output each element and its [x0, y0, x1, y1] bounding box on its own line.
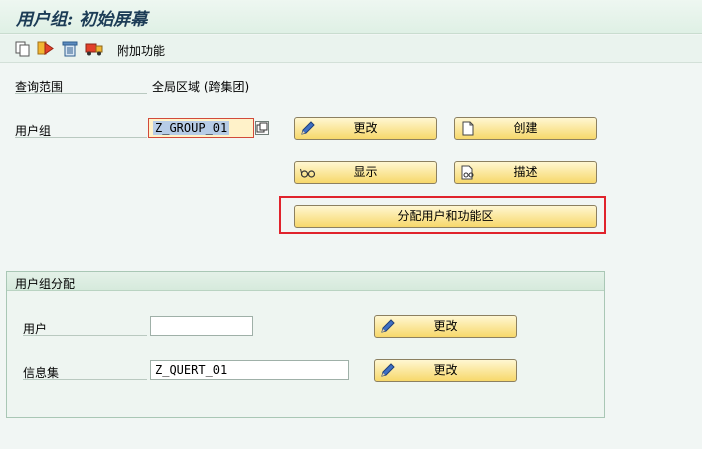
infoset-input[interactable]: Z_QUERT_01: [150, 360, 349, 380]
display-button[interactable]: 显示: [294, 161, 437, 184]
user-change-button-label: 更改: [433, 319, 458, 333]
page-title: 用户组: 初始屏幕: [16, 10, 148, 30]
user-input[interactable]: [150, 316, 253, 336]
describe-button-label: 描述: [513, 165, 538, 179]
infoset-label-underline: [23, 379, 147, 380]
create-button-label: 创建: [513, 121, 538, 135]
scope-label-underline: [15, 93, 147, 94]
value-help-icon[interactable]: [255, 121, 269, 135]
extra-functions-menu[interactable]: 附加功能: [117, 42, 165, 59]
user-group-label-underline: [15, 137, 147, 138]
new-document-icon: [460, 121, 476, 136]
change-button-label: 更改: [353, 121, 378, 135]
assign-users-and-functional-area-button[interactable]: 分配用户和功能区: [294, 205, 597, 228]
change-button[interactable]: 更改: [294, 117, 437, 140]
user-group-input[interactable]: Z_GROUP_01: [148, 118, 254, 138]
execute-icon[interactable]: [37, 40, 55, 57]
pencil-icon: [380, 363, 396, 378]
delete-icon[interactable]: [61, 40, 79, 57]
user-change-button[interactable]: 更改: [374, 315, 517, 338]
group-header: 用户组分配: [7, 272, 604, 291]
user-group-assignment-group: 用户组分配: [6, 271, 605, 418]
create-button[interactable]: 创建: [454, 117, 597, 140]
transport-icon[interactable]: [85, 40, 103, 57]
display-button-label: 显示: [353, 165, 378, 179]
assign-button-label: 分配用户和功能区: [397, 209, 494, 223]
application-toolbar: 附加功能: [0, 35, 702, 63]
pencil-icon: [300, 121, 316, 136]
infoset-change-button-label: 更改: [433, 363, 458, 377]
title-bar: 用户组: 初始屏幕: [0, 0, 702, 34]
copy-icon[interactable]: [14, 40, 32, 57]
document-glasses-icon: [460, 165, 476, 180]
scope-value: 全局区域 (跨集团): [152, 80, 250, 94]
pencil-icon: [380, 319, 396, 334]
group-title: 用户组分配: [15, 277, 76, 291]
describe-button[interactable]: 描述: [454, 161, 597, 184]
user-label-underline: [23, 335, 147, 336]
infoset-change-button[interactable]: 更改: [374, 359, 517, 382]
glasses-icon: [300, 165, 316, 180]
